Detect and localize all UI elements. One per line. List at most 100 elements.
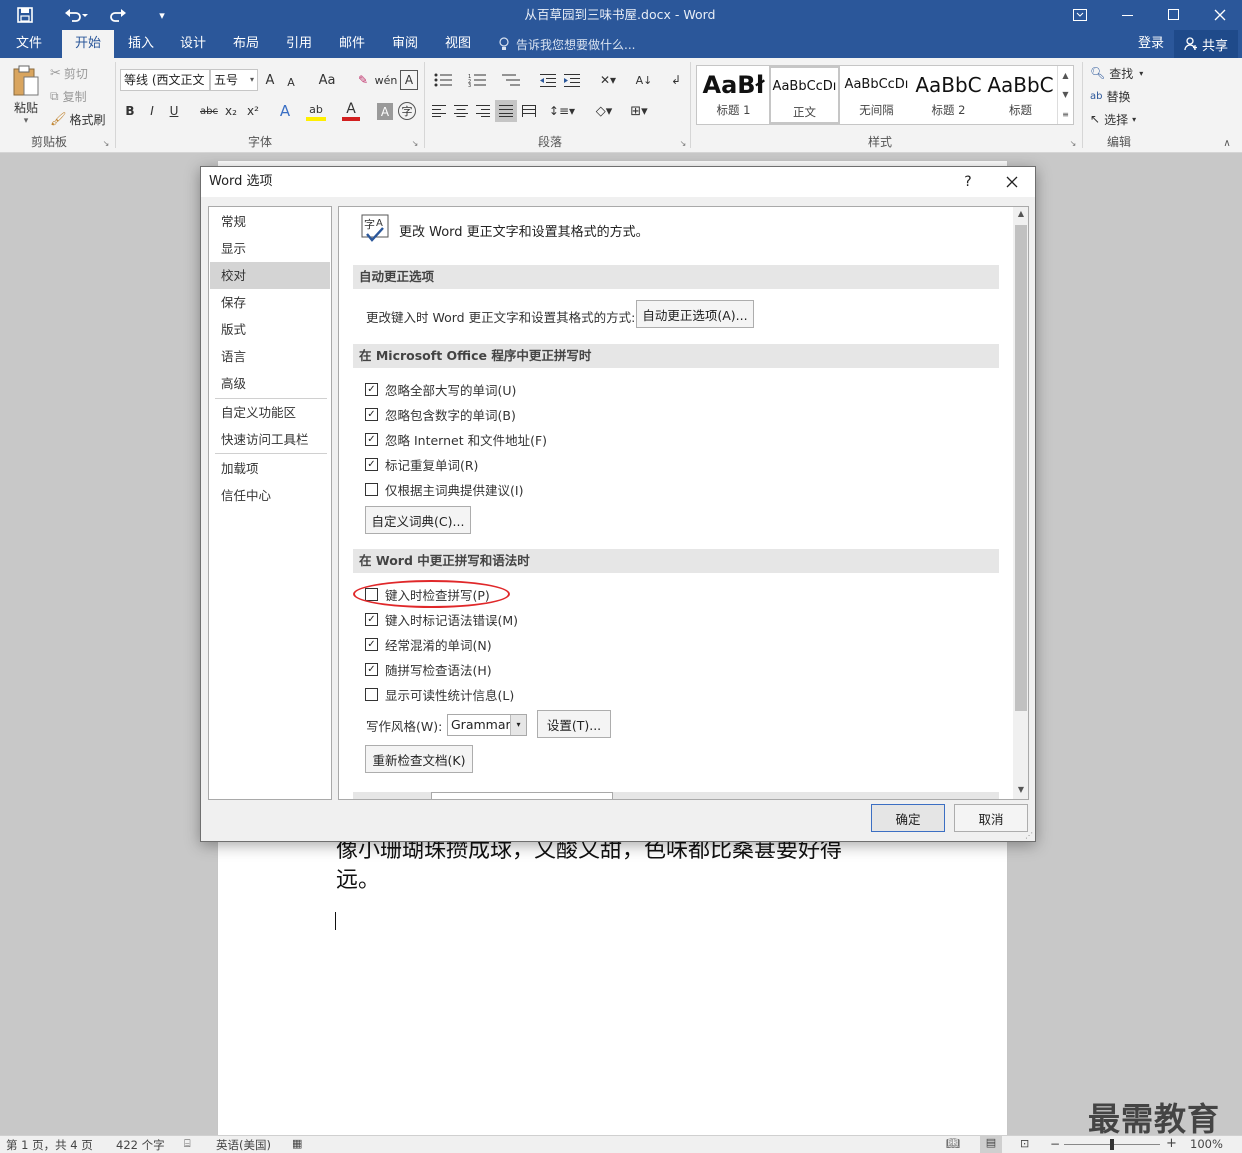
settings-button[interactable]: 设置(T)... <box>537 710 611 738</box>
more-styles-icon[interactable]: ≡ <box>1062 110 1069 119</box>
checkbox[interactable]: ✓ <box>365 637 378 651</box>
scroll-down-icon[interactable]: ▼ <box>1013 785 1028 797</box>
copy-button[interactable]: ⧉ 复制 <box>50 87 87 105</box>
style-heading1[interactable]: AaBł 标题 1 <box>698 66 769 124</box>
find-button[interactable]: 🔍︎ 查找 ▾ <box>1090 64 1143 82</box>
autocorrect-options-button[interactable]: 自动更正选项(A)... <box>636 300 754 328</box>
office-option-row[interactable]: ✓ 标记重复单词(R) <box>365 455 478 473</box>
style-normal[interactable]: AaBbCcDı 正文 <box>769 66 840 124</box>
maximize-icon[interactable] <box>1154 0 1194 30</box>
tab-view[interactable]: 视图 <box>433 30 483 58</box>
text-effects-icon[interactable]: A <box>276 101 294 121</box>
underline-button[interactable]: U <box>166 101 182 121</box>
multilevel-list-icon[interactable] <box>498 70 524 90</box>
word-option-row[interactable]: ✓ 键入时标记语法错误(M) <box>365 610 518 628</box>
align-left-icon[interactable] <box>430 102 448 120</box>
resize-grip-icon[interactable]: ⋰ <box>1025 831 1034 840</box>
print-layout-icon[interactable]: ▤ <box>980 1136 1002 1153</box>
word-option-row[interactable]: ✓ 随拼写检查语法(H) <box>365 660 492 678</box>
char-border-icon[interactable]: A <box>400 70 418 90</box>
font-name-combo[interactable]: 等线 (西文正文 <box>120 69 210 91</box>
share-button[interactable]: 共享 <box>1174 30 1238 58</box>
office-option-row[interactable]: 仅根据主词典提供建议(I) <box>365 480 523 498</box>
bullets-icon[interactable] <box>430 70 456 90</box>
proofing-status-icon[interactable]: ⌸ <box>184 1137 191 1151</box>
chinese-layout-icon[interactable]: ✕▾ <box>594 70 622 90</box>
nav-language[interactable]: 语言 <box>210 343 330 370</box>
pane-scrollbar[interactable]: ▲ ▼ <box>1013 207 1028 799</box>
nav-quick-access[interactable]: 快速访问工具栏 <box>210 426 330 453</box>
style-no-spacing[interactable]: AaBbCcDı 无间隔 <box>841 66 912 124</box>
word-option-row[interactable]: 显示可读性统计信息(L) <box>365 685 514 703</box>
clipboard-launcher-icon[interactable]: ↘ <box>101 138 111 148</box>
office-option-row[interactable]: ✓ 忽略包含数字的单词(B) <box>365 405 516 423</box>
clear-format-icon[interactable]: ✎ <box>354 70 372 90</box>
checkbox[interactable]: ✓ <box>365 382 378 396</box>
font-size-combo[interactable]: 五号 ▾ <box>210 69 258 91</box>
italic-button[interactable]: I <box>145 101 159 121</box>
enclose-char-icon[interactable]: 字 <box>398 102 416 120</box>
nav-display[interactable]: 显示 <box>210 235 330 262</box>
language-status[interactable]: 英语(美国) <box>216 1137 271 1153</box>
superscript-button[interactable]: x² <box>244 101 262 121</box>
scroll-up-icon[interactable]: ▲ <box>1013 209 1028 221</box>
help-button[interactable]: ? <box>953 167 983 197</box>
cancel-button[interactable]: 取消 <box>954 804 1028 832</box>
chevron-down-icon[interactable]: ▾ <box>510 715 526 735</box>
tell-me-box[interactable]: 告诉我您想要做什么... <box>498 30 635 58</box>
tab-insert[interactable]: 插入 <box>116 30 166 58</box>
scroll-thumb[interactable] <box>1015 225 1027 711</box>
highlight-icon[interactable]: ab <box>306 101 326 121</box>
office-option-row[interactable]: ✓ 忽略全部大写的单词(U) <box>365 380 516 398</box>
borders-icon[interactable]: ⊞▾ <box>624 101 654 121</box>
font-launcher-icon[interactable]: ↘ <box>410 138 420 148</box>
ok-button[interactable]: 确定 <box>871 804 945 832</box>
change-case-button[interactable]: Aa <box>312 70 342 90</box>
align-center-icon[interactable] <box>452 102 470 120</box>
word-count[interactable]: 422 个字 <box>116 1137 165 1153</box>
nav-general[interactable]: 常规 <box>210 208 330 235</box>
tab-file[interactable]: 文件 <box>4 30 54 58</box>
nav-typography[interactable]: 版式 <box>210 316 330 343</box>
tab-design[interactable]: 设计 <box>168 30 218 58</box>
style-title[interactable]: AaBbC 标题 <box>985 66 1056 124</box>
increase-indent-icon[interactable] <box>562 70 582 90</box>
collapse-ribbon-icon[interactable]: ∧ <box>1220 136 1234 150</box>
nav-addins[interactable]: 加载项 <box>210 455 330 482</box>
replace-button[interactable]: ab 替换 <box>1090 87 1131 105</box>
tab-review[interactable]: 审阅 <box>380 30 430 58</box>
minimize-icon[interactable] <box>1108 0 1148 30</box>
phonetic-guide-icon[interactable]: wén <box>375 70 398 90</box>
document-select-partial[interactable] <box>431 792 613 799</box>
checkbox[interactable] <box>365 687 378 701</box>
tab-home[interactable]: 开始 <box>62 30 114 58</box>
web-layout-icon[interactable]: ⊡ <box>1020 1137 1029 1150</box>
format-painter-button[interactable]: 🖌 格式刷 <box>50 110 106 128</box>
checkbox[interactable]: ✓ <box>365 432 378 446</box>
nav-advanced[interactable]: 高级 <box>210 370 330 397</box>
line-spacing-icon[interactable]: ↕≡▾ <box>548 101 576 121</box>
checkbox[interactable]: ✓ <box>365 612 378 626</box>
page-count[interactable]: 第 1 页，共 4 页 <box>6 1137 93 1153</box>
scroll-down-icon[interactable]: ▼ <box>1062 90 1068 99</box>
subscript-button[interactable]: x₂ <box>222 101 240 121</box>
checkbox[interactable]: ✓ <box>365 407 378 421</box>
decrease-indent-icon[interactable] <box>538 70 558 90</box>
tab-mailings[interactable]: 邮件 <box>327 30 377 58</box>
styles-scroll[interactable]: ▲ ▼ ≡ <box>1057 66 1073 124</box>
customize-qat-icon[interactable]: ▾ <box>152 0 172 30</box>
char-shading-icon[interactable]: A <box>377 103 393 120</box>
ribbon-display-icon[interactable] <box>1062 0 1098 30</box>
show-marks-icon[interactable]: ↲ <box>668 70 684 90</box>
paragraph-launcher-icon[interactable]: ↘ <box>678 138 688 148</box>
checkbox[interactable]: ✓ <box>365 662 378 676</box>
paste-button[interactable]: 粘贴 ▾ <box>8 64 44 126</box>
save-icon[interactable] <box>8 0 42 30</box>
undo-icon[interactable] <box>56 0 96 30</box>
nav-proofing[interactable]: 校对 <box>210 262 330 289</box>
tab-layout[interactable]: 布局 <box>221 30 271 58</box>
writing-style-select[interactable]: Grammar ▾ <box>447 714 527 736</box>
scroll-up-icon[interactable]: ▲ <box>1062 71 1068 80</box>
tab-references[interactable]: 引用 <box>274 30 324 58</box>
login-link[interactable]: 登录 <box>1130 30 1172 58</box>
